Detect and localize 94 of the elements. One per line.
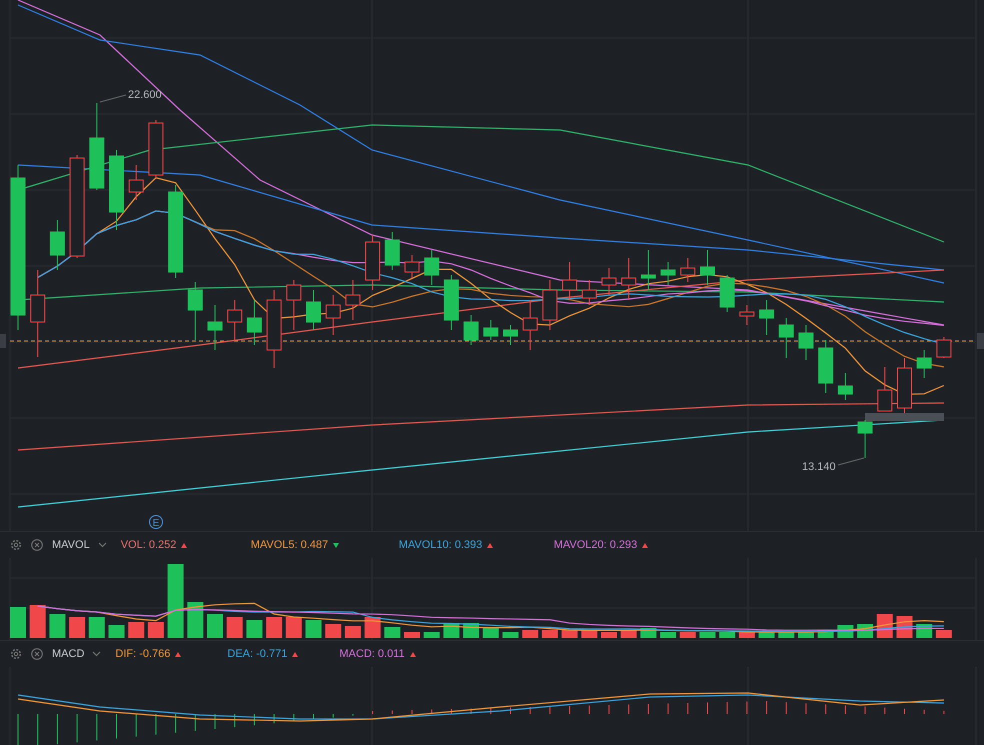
rising-candle <box>897 358 912 414</box>
event-marker[interactable]: E <box>149 515 163 529</box>
falling-candle <box>246 300 262 346</box>
close-icon[interactable] <box>31 648 43 660</box>
falling-candle <box>798 324 814 360</box>
volume-bar <box>502 632 518 638</box>
indicator-value: MAVOL20: 0.293 <box>554 539 638 551</box>
high-price-label: 22.600 <box>128 89 162 101</box>
volume-bar <box>30 605 46 638</box>
axis-handle[interactable] <box>0 334 6 348</box>
volume-bar <box>49 614 66 638</box>
falling-candle <box>858 420 873 458</box>
volume-bar <box>344 626 361 638</box>
volume-bar <box>207 614 223 638</box>
falling-candle <box>444 274 459 330</box>
falling-candle <box>838 372 853 400</box>
volume-bar <box>482 628 499 638</box>
falling-candle <box>306 290 321 330</box>
settings-icon[interactable] <box>10 539 22 551</box>
falling-candle <box>50 220 65 270</box>
rising-candle <box>522 300 538 350</box>
falling-candle <box>503 324 518 346</box>
indicator-name[interactable]: MACD <box>52 648 84 660</box>
rising-candle <box>582 280 597 306</box>
volume-bar <box>226 617 243 638</box>
leader-line <box>838 458 864 466</box>
volume-bar <box>69 617 86 638</box>
indicator-value: MAVOL5: 0.487 <box>250 539 328 551</box>
falling-candle <box>778 318 794 358</box>
falling-candle <box>208 304 222 350</box>
volume-bar <box>286 617 302 638</box>
volume-bar <box>542 630 558 638</box>
volume-bar <box>246 620 262 638</box>
rising-candle <box>877 366 892 412</box>
rising-candle <box>542 280 558 330</box>
volume-bar <box>10 607 26 638</box>
indicator-value: DEA: -0.771 <box>227 648 288 660</box>
volume-bar <box>148 622 164 638</box>
indicator-value: DIF: -0.766 <box>115 648 170 660</box>
volume-bar <box>522 630 538 638</box>
falling-candle <box>464 314 479 346</box>
axis-handle[interactable] <box>977 333 984 349</box>
rising-candle <box>621 258 636 300</box>
volume-bar <box>562 630 578 638</box>
rising-candle <box>602 268 616 296</box>
indicator-value: VOL: 0.252 <box>120 539 176 551</box>
volume-bar <box>88 617 105 638</box>
volume-bar <box>700 632 716 638</box>
volume-bar <box>128 622 144 638</box>
volume-bar <box>187 602 204 638</box>
close-icon[interactable] <box>31 539 43 551</box>
falling-candle <box>640 250 656 290</box>
falling-candle <box>700 250 715 286</box>
falling-candle <box>720 274 735 312</box>
settings-icon[interactable] <box>10 648 22 660</box>
volume-bar <box>660 632 676 638</box>
volume-bar <box>325 624 342 638</box>
falling-candle <box>759 300 774 336</box>
leader-line <box>100 94 126 102</box>
rising-candle <box>936 336 952 358</box>
rising-candle <box>128 164 144 200</box>
volume-bar <box>680 632 696 638</box>
caret-icon[interactable] <box>98 542 107 548</box>
rising-candle <box>326 294 341 336</box>
indicator-value: MACD: 0.011 <box>339 648 405 660</box>
volume-bar <box>404 632 420 638</box>
falling-candle <box>818 340 834 394</box>
rising-candle <box>404 254 420 278</box>
falling-candle <box>424 250 440 286</box>
indicator-value: MAVOL10: 0.393 <box>398 539 482 551</box>
falling-candle <box>483 320 498 340</box>
volume-bar <box>384 627 400 638</box>
rising-candle <box>562 262 578 300</box>
indicator-name[interactable]: MAVOL <box>52 539 90 551</box>
falling-candle <box>916 350 932 378</box>
rising-candle <box>286 280 302 330</box>
rising-candle <box>227 300 242 340</box>
rising-candle <box>739 304 754 326</box>
caret-icon[interactable] <box>92 651 102 657</box>
volume-bar <box>306 620 322 638</box>
rising-candle <box>365 234 380 290</box>
volume-bar <box>719 632 736 638</box>
rising-candle <box>148 120 164 178</box>
volume-bar <box>424 632 440 638</box>
low-price-label: 13.140 <box>802 461 836 473</box>
volume-bar <box>266 617 282 638</box>
rising-candle <box>680 258 696 282</box>
rising-candle <box>345 280 360 320</box>
falling-candle <box>660 262 676 286</box>
volume-bar <box>601 632 617 638</box>
falling-candle <box>384 232 400 270</box>
volume-bar <box>108 625 124 638</box>
volume-bar <box>936 630 952 638</box>
falling-candle <box>188 282 203 340</box>
